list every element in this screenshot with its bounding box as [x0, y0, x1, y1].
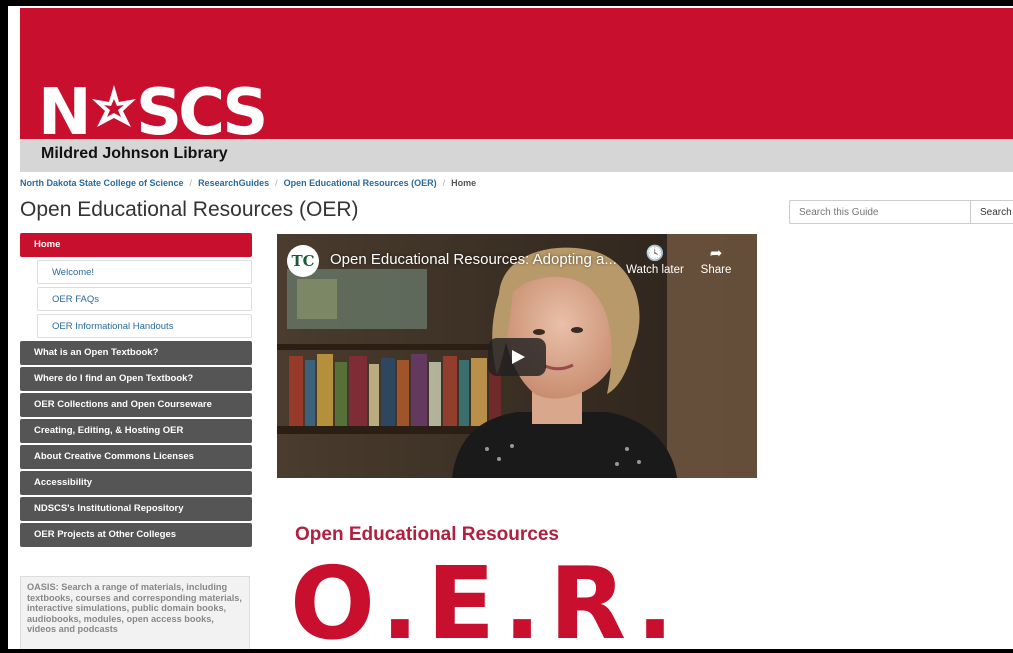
search-button[interactable]: Search: [970, 200, 1013, 224]
clock-icon: 🕓: [645, 245, 665, 262]
search-input[interactable]: [789, 200, 971, 224]
guide-nav: Home Welcome! OER FAQs OER Informational…: [20, 233, 252, 549]
breadcrumb: North Dakota State College of Science / Re…: [20, 178, 477, 188]
ndscs-logo[interactable]: N SCS: [38, 80, 266, 138]
watch-later-label: Watch later: [626, 264, 684, 276]
header-banner: N SCS: [20, 8, 1013, 139]
nav-sub-welcome[interactable]: Welcome!: [37, 260, 252, 284]
browser-frame: N SCS Mildred Johnson Library North Dako…: [8, 6, 1013, 649]
nav-item-other-colleges[interactable]: OER Projects at Other Colleges: [20, 523, 252, 547]
breadcrumb-link-oer[interactable]: Open Educational Resources (OER): [284, 178, 437, 188]
video-player[interactable]: TC Open Educational Resources: Adopting …: [277, 234, 757, 478]
nav-item-accessibility[interactable]: Accessibility: [20, 471, 252, 495]
nav-sub-oer-faqs[interactable]: OER FAQs: [37, 287, 252, 311]
breadcrumb-link-college[interactable]: North Dakota State College of Science: [20, 178, 184, 188]
content-heading: Open Educational Resources: [295, 524, 559, 545]
nav-item-creating[interactable]: Creating, Editing, & Hosting OER: [20, 419, 252, 443]
nav-item-find-textbook[interactable]: Where do I find an Open Textbook?: [20, 367, 252, 391]
share-arrow-icon: ➦: [709, 245, 723, 262]
oer-graphic: O.E.R.: [290, 545, 682, 650]
nav-item-home[interactable]: Home: [20, 233, 252, 257]
svg-text:SCS: SCS: [136, 80, 264, 138]
share-button[interactable]: ➦ Share: [690, 244, 742, 276]
video-title[interactable]: Open Educational Resources: Adopting a..…: [330, 251, 617, 268]
nav-item-creative-commons[interactable]: About Creative Commons Licenses: [20, 445, 252, 469]
nav-item-open-textbook[interactable]: What is an Open Textbook?: [20, 341, 252, 365]
breadcrumb-current: Home: [451, 178, 477, 188]
channel-logo[interactable]: TC: [287, 245, 319, 277]
share-label: Share: [700, 264, 732, 276]
watch-later-button[interactable]: 🕓 Watch later: [623, 244, 687, 276]
breadcrumb-link-researchguides[interactable]: ResearchGuides: [198, 178, 269, 188]
page-title: Open Educational Resources (OER): [20, 198, 359, 221]
library-bar: Mildred Johnson Library: [20, 139, 1013, 172]
library-name[interactable]: Mildred Johnson Library: [41, 145, 228, 163]
nav-item-repository[interactable]: NDSCS's Institutional Repository: [20, 497, 252, 521]
nav-sub-handouts[interactable]: OER Informational Handouts: [37, 314, 252, 338]
svg-text:N: N: [38, 80, 88, 138]
oasis-widget[interactable]: OASIS: Search a range of materials, incl…: [20, 576, 250, 649]
play-button[interactable]: [488, 338, 546, 376]
nav-item-collections[interactable]: OER Collections and Open Courseware: [20, 393, 252, 417]
oasis-description: OASIS: Search a range of materials, incl…: [27, 582, 242, 634]
